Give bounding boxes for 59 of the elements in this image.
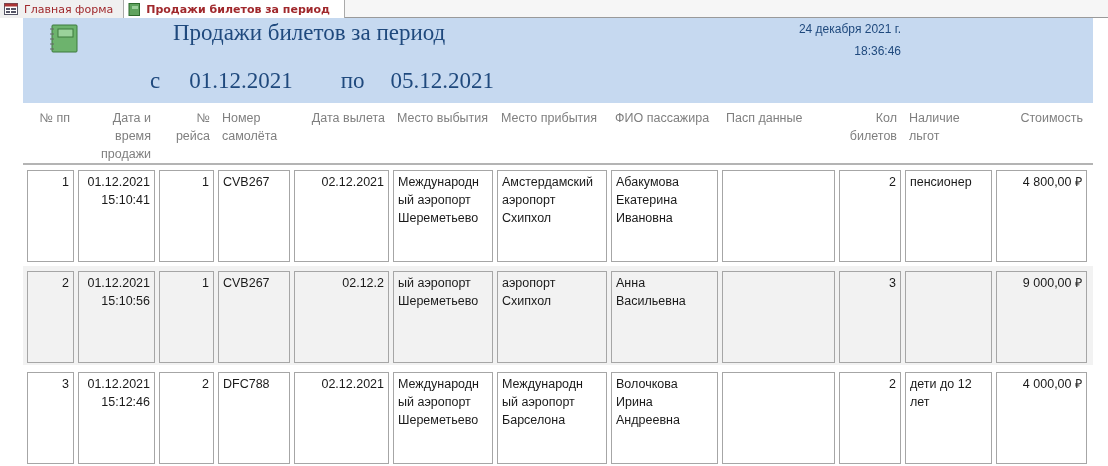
column-header: Место выбытия [397, 110, 488, 127]
table-cell: 2 [839, 170, 901, 262]
table-cell: 2 [159, 372, 214, 464]
to-label: по [340, 68, 365, 94]
tab[interactable]: Главная форма [0, 0, 125, 18]
table-row[interactable]: 3 01.12.2021 15:12:46 2 DFC788 02.12.2021 Международн ый аэропорт Шереметьево Международн ый аэропорт Барселона Волочкова Ирина Андреевна 2 дети до 12 лет 4 000,00 ₽ [23, 367, 1093, 466]
form-icon [4, 3, 18, 15]
table-cell: дети до 12 лет [905, 372, 992, 464]
table-cell: аэропорт Схипхол [497, 271, 607, 363]
table-cell: 01.12.2021 15:10:41 [78, 170, 155, 262]
table-cell: Амстердамский аэропорт Схипхол [497, 170, 607, 262]
table-cell: DFC788 [218, 372, 290, 464]
column-header: Номер самолёта [222, 110, 279, 145]
column-header: Дата вылета [311, 110, 385, 127]
table-cell: Волочкова Ирина Андреевна [611, 372, 718, 464]
from-date: 01.12.2021 [189, 68, 293, 94]
to-date: 05.12.2021 [390, 68, 495, 94]
table-cell: 1 [159, 271, 214, 363]
column-header: Дата и время продажи [100, 110, 151, 163]
table-cell: Абакумова Екатерина Ивановна [611, 170, 718, 262]
table-cell: 1 [27, 170, 74, 262]
report-title: Продажи билетов за период [173, 20, 446, 46]
table-cell: 01.12.2021 15:10:56 [78, 271, 155, 363]
table-cell: 02.12.2021 [294, 372, 389, 464]
column-header: Пасп данные [726, 110, 803, 127]
table-cell: ый аэропорт Шереметьево [393, 271, 493, 363]
from-label: с [150, 68, 161, 94]
table-cell: 02.12.2021 [294, 170, 389, 262]
table-cell: Международн ый аэропорт Шереметьево [393, 372, 493, 464]
table-cell: пенсионер [905, 170, 992, 262]
table-cell: 2 [27, 271, 74, 363]
table-cell: Анна Васильевна [611, 271, 718, 363]
table-cell: 9 000,00 ₽ [996, 271, 1087, 363]
column-header: № пп [39, 110, 70, 127]
report-time: 18:36:46 [854, 44, 901, 58]
table-cell: 1 [159, 170, 214, 262]
table-cell: 3 [27, 372, 74, 464]
table-row[interactable]: 2 01.12.2021 15:10:56 1 CVB267 02.12.2 ый аэропорт Шереметьево аэропорт Схипхол Анна Васильевна 3 9 000,00 ₽ [23, 266, 1093, 365]
column-header: Кол билетов [848, 110, 897, 145]
table-cell: 3 [839, 271, 901, 363]
column-header: Место прибытия [501, 110, 598, 127]
table-cell: 4 000,00 ₽ [996, 372, 1087, 464]
table-cell: 2 [839, 372, 901, 464]
table-cell: 4 800,00 ₽ [996, 170, 1087, 262]
table-cell: Международн ый аэропорт Барселона [497, 372, 607, 464]
column-header: № рейса [174, 110, 210, 145]
notebook-icon [128, 3, 141, 16]
column-header: Наличие льгот [909, 110, 961, 145]
table-cell: 02.12.2 [294, 271, 389, 363]
table-cell: CVB267 [218, 170, 290, 262]
report-date: 24 декабря 2021 г. [798, 22, 901, 36]
notebook-icon [49, 24, 79, 54]
table-cell: Международн ый аэропорт Шереметьево [393, 170, 493, 262]
column-header: ФИО пассажира [615, 110, 710, 127]
table-row[interactable]: 1 01.12.2021 15:10:41 1 CVB267 02.12.2021 Международн ый аэропорт Шереметьево Амстердамский аэропорт Схипхол Абакумова Екатерина Ивановна 2 пенсионер 4 800,00 ₽ [23, 165, 1093, 264]
column-header: Стоимость [1020, 110, 1083, 127]
table-cell: 01.12.2021 15:12:46 [78, 372, 155, 464]
tab[interactable]: Продажи билетов за период [124, 0, 345, 19]
table-cell: CVB267 [218, 271, 290, 363]
